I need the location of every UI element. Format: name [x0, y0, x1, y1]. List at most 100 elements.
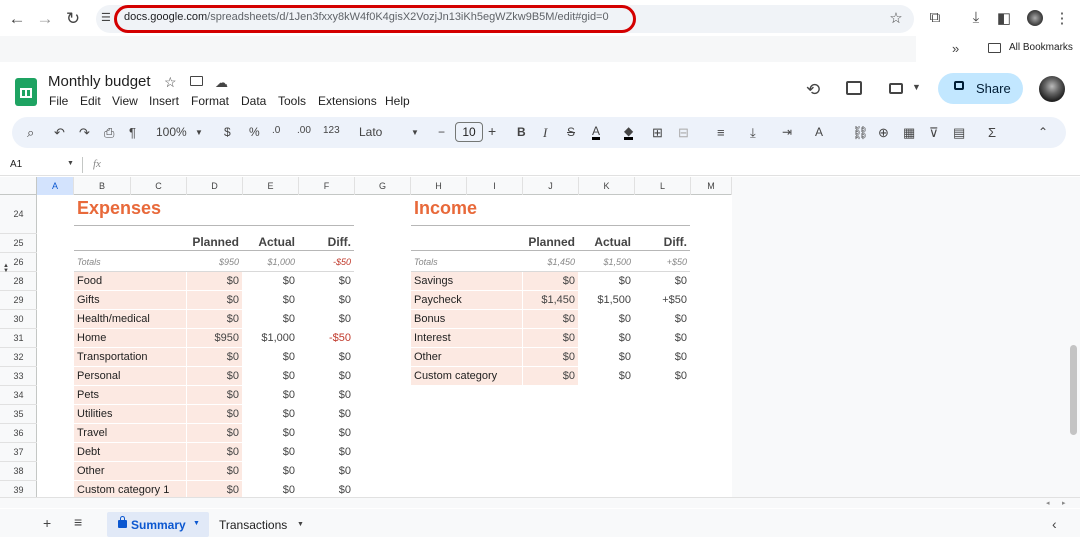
income-item-diff[interactable]: $0 — [635, 351, 687, 363]
expenses-item-actual[interactable]: $0 — [243, 275, 295, 287]
column-header-k[interactable]: K — [579, 177, 635, 195]
filter-icon[interactable]: ⊽ — [929, 125, 939, 141]
account-avatar[interactable] — [1039, 76, 1065, 102]
income-item-planned[interactable]: $0 — [523, 351, 575, 363]
insert-chart-icon[interactable]: ▦ — [903, 125, 915, 141]
income-item-name[interactable]: Savings — [414, 275, 453, 287]
expenses-item-diff[interactable]: $0 — [299, 389, 351, 401]
meet-icon[interactable] — [889, 83, 903, 94]
zoom-dropdown-icon[interactable]: ▼ — [195, 128, 203, 137]
side-panel-icon[interactable]: ◧ — [994, 9, 1014, 27]
site-info-icon[interactable]: ☰ — [101, 11, 111, 24]
forward-icon[interactable]: → — [34, 8, 56, 30]
income-item-actual[interactable]: $0 — [579, 275, 631, 287]
comments-icon[interactable] — [846, 81, 862, 95]
text-wrapping-icon[interactable]: ⇥ — [782, 125, 792, 139]
bookmark-star-icon[interactable]: ☆ — [886, 9, 906, 27]
expenses-item-planned[interactable]: $0 — [187, 484, 239, 496]
column-header-m[interactable]: M — [691, 177, 732, 195]
expenses-item-name[interactable]: Other — [77, 465, 105, 477]
add-sheet-icon[interactable]: + — [43, 515, 51, 531]
income-item-diff[interactable]: $0 — [635, 370, 687, 382]
select-all-corner[interactable] — [0, 177, 37, 195]
income-item-planned[interactable]: $1,450 — [523, 294, 575, 306]
column-header-f[interactable]: F — [299, 177, 355, 195]
reload-icon[interactable]: ↻ — [62, 8, 84, 30]
expenses-item-actual[interactable]: $0 — [243, 294, 295, 306]
row-header-35[interactable]: 35 — [0, 405, 37, 424]
expenses-item-planned[interactable]: $0 — [187, 389, 239, 401]
row-header-34[interactable]: 34 — [0, 386, 37, 405]
income-item-name[interactable]: Paycheck — [414, 294, 462, 306]
income-item-diff[interactable]: +$50 — [635, 294, 687, 306]
row-header-38[interactable]: 38 — [0, 462, 37, 481]
column-header-a[interactable]: A — [37, 177, 74, 195]
expenses-item-name[interactable]: Health/medical — [77, 313, 150, 325]
menu-tools[interactable]: Tools — [278, 94, 306, 108]
column-header-g[interactable]: G — [355, 177, 411, 195]
name-box[interactable]: A1 — [10, 159, 22, 170]
hide-menus-icon[interactable]: ⌃ — [1038, 125, 1048, 139]
expenses-item-diff[interactable]: $0 — [299, 370, 351, 382]
star-icon[interactable]: ☆ — [164, 74, 177, 91]
scroll-right-icon[interactable]: ▸ — [1062, 499, 1066, 507]
percent-format-button[interactable]: % — [249, 125, 260, 139]
expenses-item-name[interactable]: Transportation — [77, 351, 148, 363]
insert-comment-icon[interactable]: ⊕ — [878, 125, 889, 141]
row-header-36[interactable]: 36 — [0, 424, 37, 443]
expenses-item-name[interactable]: Home — [77, 332, 106, 344]
expenses-item-diff[interactable]: $0 — [299, 446, 351, 458]
column-header-c[interactable]: C — [131, 177, 187, 195]
filter-views-icon[interactable]: ▤ — [953, 125, 965, 141]
meet-dropdown-icon[interactable]: ▼ — [912, 82, 921, 92]
expenses-item-name[interactable]: Debt — [77, 446, 100, 458]
menu-view[interactable]: View — [112, 94, 138, 108]
expenses-item-name[interactable]: Pets — [77, 389, 99, 401]
currency-format-button[interactable]: $ — [224, 125, 231, 139]
kebab-menu-icon[interactable]: ⋮ — [1052, 9, 1072, 27]
vertical-scrollbar[interactable] — [1070, 345, 1077, 435]
back-icon[interactable]: ← — [6, 8, 28, 30]
download-icon[interactable]: ⤓ — [966, 9, 986, 26]
row-header-28[interactable]: 28 — [0, 272, 37, 291]
font-dropdown-icon[interactable]: ▼ — [411, 128, 419, 137]
income-item-name[interactable]: Bonus — [414, 313, 445, 325]
expenses-item-planned[interactable]: $0 — [187, 446, 239, 458]
text-color-icon[interactable]: A — [592, 125, 601, 140]
column-header-d[interactable]: D — [187, 177, 243, 195]
bookmarks-overflow-icon[interactable]: » — [952, 41, 959, 56]
menu-format[interactable]: Format — [191, 94, 229, 108]
strikethrough-icon[interactable]: S — [567, 125, 575, 139]
align-vertical-icon[interactable]: ⤓ — [750, 125, 756, 141]
extensions-icon[interactable]: ⧉ — [925, 9, 945, 26]
expenses-item-planned[interactable]: $0 — [187, 294, 239, 306]
name-box-dropdown-icon[interactable]: ▼ — [67, 160, 74, 167]
scroll-left-icon[interactable]: ◂ — [1046, 499, 1050, 507]
income-item-actual[interactable]: $0 — [579, 332, 631, 344]
menu-file[interactable]: File — [49, 94, 68, 108]
search-menus-icon[interactable]: ⌕ — [27, 125, 34, 141]
redo-icon[interactable]: ↷ — [79, 125, 90, 141]
expenses-item-diff[interactable]: -$50 — [299, 332, 351, 344]
expenses-item-planned[interactable]: $0 — [187, 275, 239, 287]
column-header-b[interactable]: B — [74, 177, 131, 195]
profile-avatar[interactable] — [1027, 10, 1043, 26]
horizontal-scrollbar[interactable]: ◂ ▸ — [0, 497, 1080, 508]
income-item-diff[interactable]: $0 — [635, 313, 687, 325]
expenses-item-diff[interactable]: $0 — [299, 351, 351, 363]
income-item-name[interactable]: Interest — [414, 332, 451, 344]
row-group-toggle-icon[interactable]: ▼ — [3, 268, 9, 274]
expenses-item-actual[interactable]: $0 — [243, 370, 295, 382]
row-header-29[interactable]: 29 — [0, 291, 37, 310]
expenses-item-diff[interactable]: $0 — [299, 313, 351, 325]
column-header-i[interactable]: I — [467, 177, 523, 195]
column-header-l[interactable]: L — [635, 177, 691, 195]
menu-extensions[interactable]: Extensions — [318, 94, 377, 108]
expenses-item-actual[interactable]: $0 — [243, 313, 295, 325]
functions-icon[interactable]: Σ — [988, 125, 996, 140]
expenses-item-actual[interactable]: $0 — [243, 389, 295, 401]
row-header-37[interactable]: 37 — [0, 443, 37, 462]
sheet-tab-summary[interactable]: Summary ▼ — [107, 512, 209, 537]
expenses-item-diff[interactable]: $0 — [299, 408, 351, 420]
expenses-item-name[interactable]: Travel — [77, 427, 107, 439]
